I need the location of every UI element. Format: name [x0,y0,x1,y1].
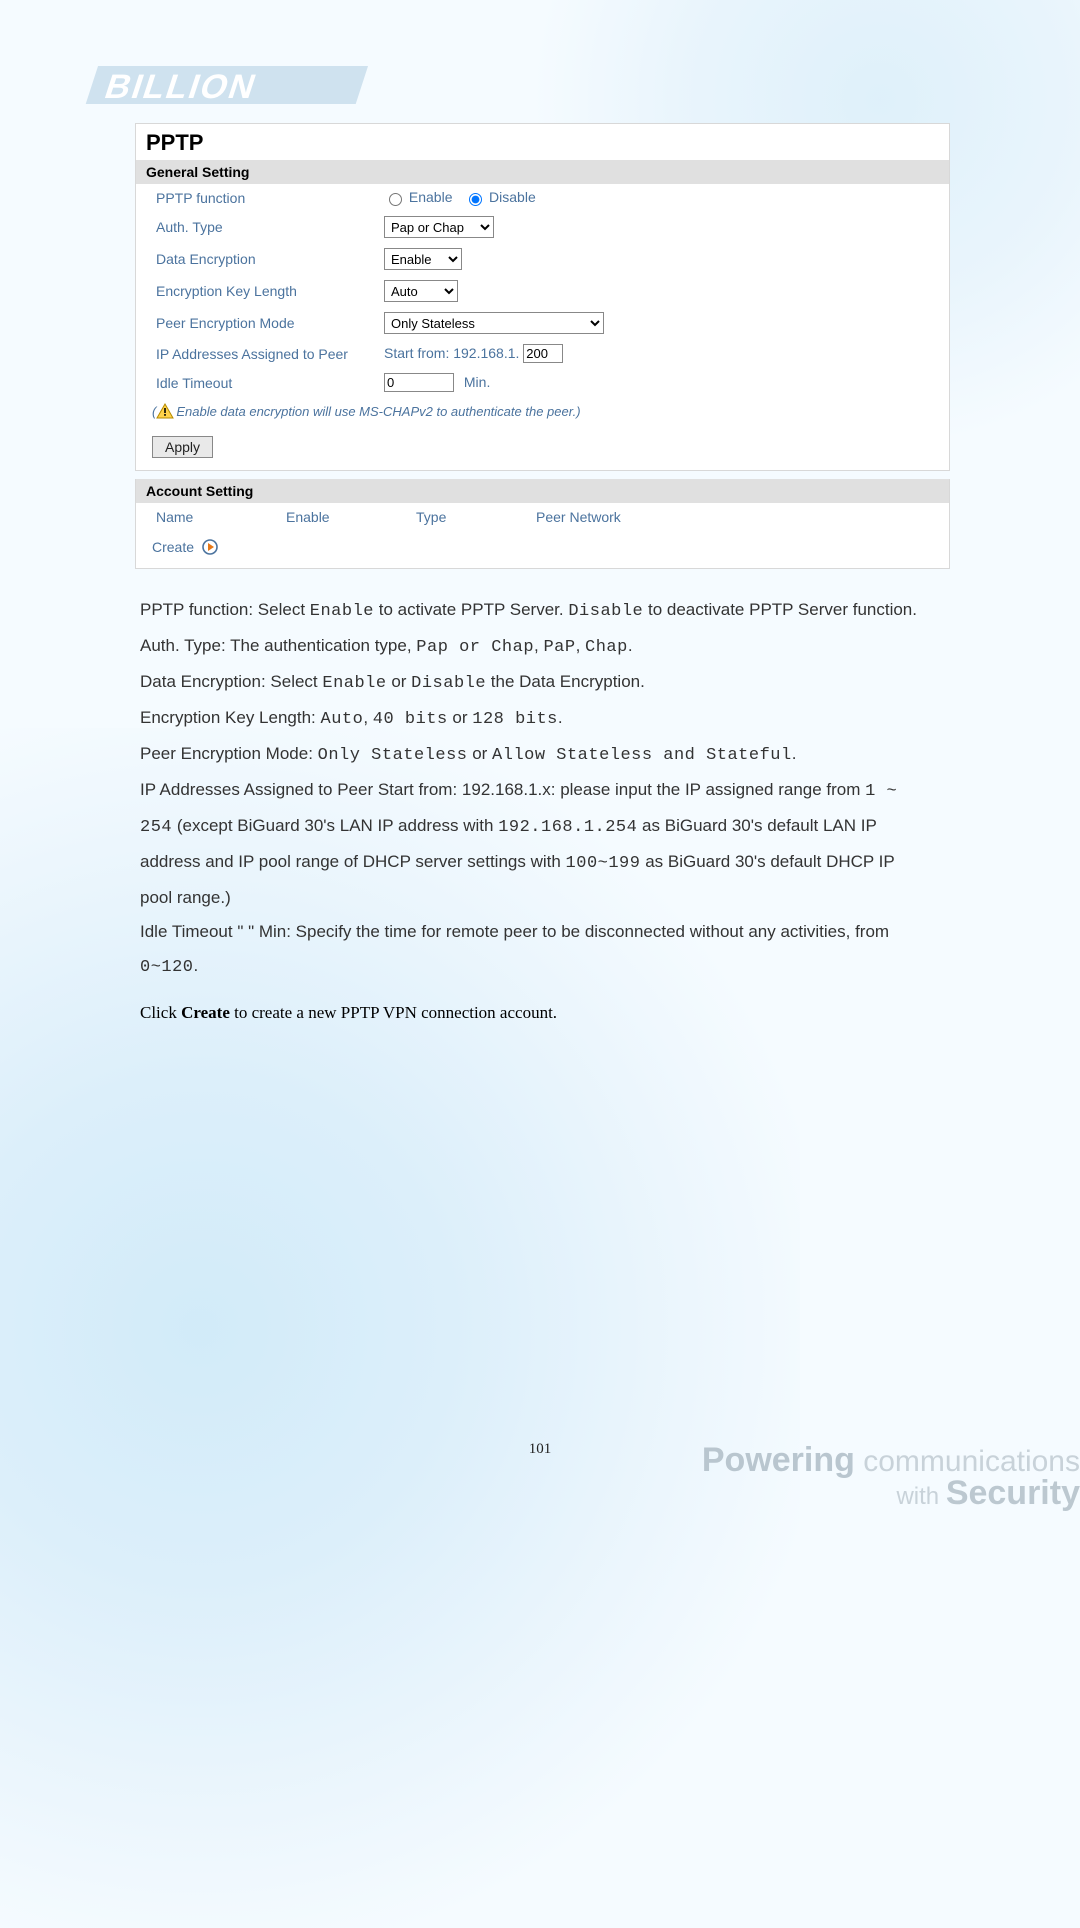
peer-enc-mode-select[interactable]: Only Stateless [384,312,604,334]
svg-text:BILLION: BILLION [100,68,262,106]
warning-text: Enable data encryption will use MS-CHAPv… [176,404,576,419]
page-content: BILLION PPTP General Setting PPTP functi… [0,0,1080,1023]
pptp-disable-radio[interactable] [469,193,482,206]
general-setting-form: PPTP function Enable Disable Auth. Type … [136,184,949,397]
enc-key-length-select[interactable]: Auto [384,280,458,302]
ip-assigned-label: IP Addresses Assigned to Peer [136,339,376,368]
idle-timeout-input[interactable] [384,373,454,392]
col-peer: Peer Network [516,503,949,531]
idle-timeout-label: Idle Timeout [136,368,376,397]
pptp-enable-radio[interactable] [389,193,402,206]
apply-button[interactable]: Apply [152,436,213,458]
data-encryption-label: Data Encryption [136,243,376,275]
account-setting-header: Account Setting [136,479,949,503]
account-table: Name Enable Type Peer Network [136,503,949,531]
general-setting-header: General Setting [136,160,949,184]
warning-icon [156,403,174,422]
peer-enc-mode-label: Peer Encryption Mode [136,307,376,339]
enc-key-length-label: Encryption Key Length [136,275,376,307]
description-text: PPTP function: Select Enable to activate… [140,593,925,985]
create-link[interactable]: Create [152,540,194,556]
panel-title: PPTP [136,124,949,160]
encryption-warning: ( Enable data encryption will use MS-CHA… [136,397,949,428]
disable-label: Disable [489,189,536,205]
brand-logo: BILLION [70,60,1080,115]
idle-timeout-unit: Min. [464,374,490,390]
col-enable: Enable [266,503,396,531]
data-encryption-select[interactable]: Enable [384,248,462,270]
auth-type-select[interactable]: Pap or Chap [384,216,494,238]
arrow-right-icon [202,539,218,558]
account-panel: Account Setting Name Enable Type Peer Ne… [135,479,950,569]
enable-label: Enable [409,189,453,205]
pptp-function-label: PPTP function [136,184,376,211]
col-name: Name [136,503,266,531]
ip-assigned-prefix: Start from: 192.168.1. [384,345,519,361]
pptp-panel: PPTP General Setting PPTP function Enabl… [135,123,950,471]
ip-assigned-input[interactable] [523,344,563,363]
footer-brand: Powering communications with Security [560,1441,1080,1513]
col-type: Type [396,503,516,531]
auth-type-label: Auth. Type [136,211,376,243]
final-instruction: Click Create to create a new PPTP VPN co… [140,1003,925,1023]
